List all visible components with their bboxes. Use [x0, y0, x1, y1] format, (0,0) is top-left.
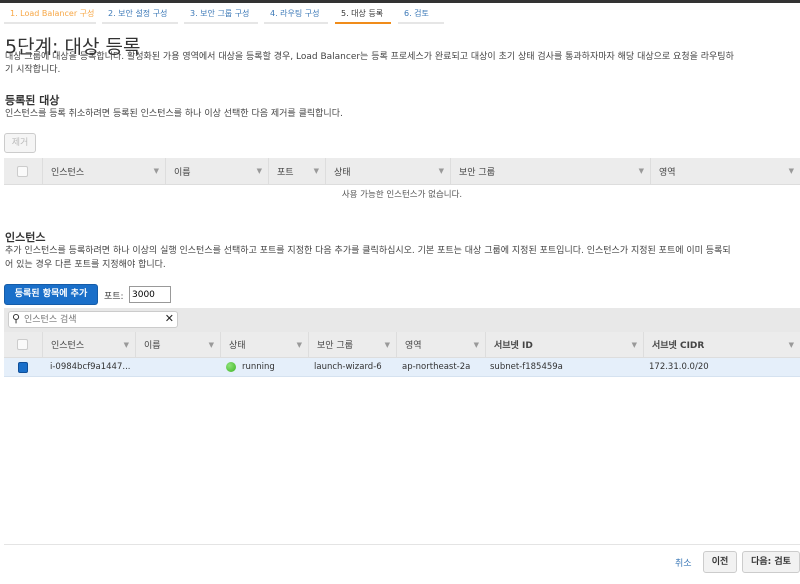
- add-to-registered-button[interactable]: 등록된 항목에 추가: [4, 284, 98, 305]
- running-status-icon: [226, 362, 236, 372]
- col-state[interactable]: 상태 ▼: [325, 158, 450, 184]
- tab-routing[interactable]: 4. 라우팅 구성: [264, 4, 328, 24]
- top-bar: [0, 0, 800, 3]
- col-instance[interactable]: 인스턴스 ▼: [42, 158, 165, 184]
- col-name[interactable]: 이름 ▼: [135, 332, 220, 357]
- clear-search-icon[interactable]: ✕: [165, 312, 174, 325]
- search-box[interactable]: ⚲ ✕: [8, 311, 178, 328]
- col-zone[interactable]: 영역 ▼: [650, 158, 800, 184]
- cancel-link[interactable]: 취소: [675, 556, 692, 569]
- search-input[interactable]: [24, 313, 159, 326]
- empty-message: 사용 가능한 인스턴스가 없습니다.: [341, 190, 463, 200]
- tab-register-targets[interactable]: 5. 대상 등록: [335, 4, 391, 24]
- cell-subnet-id: subnet-f185459a: [490, 362, 563, 372]
- instances-heading: 인스턴스: [5, 231, 46, 244]
- search-bar: ⚲ ✕: [4, 308, 800, 332]
- instances-description-cont: 어 있는 경우 다른 포트를 지정해야 합니다.: [5, 260, 166, 270]
- col-port[interactable]: 포트 ▼: [268, 158, 325, 184]
- tab-review[interactable]: 6. 검토: [398, 4, 444, 24]
- page-description-cont: 기 시작합니다.: [5, 65, 61, 75]
- col-zone[interactable]: 영역 ▼: [396, 332, 485, 357]
- instances-table-header: 인스턴스 ▼ 이름 ▼ 상태 ▼ 보안 그룹 ▼ 영역 ▼ 서브넷 ID ▼ 서브넷 CID…: [4, 332, 800, 358]
- registered-description: 인스턴스를 등록 취소하려면 등록된 인스턴스를 하나 이상 선택한 다음 제거…: [5, 109, 343, 119]
- col-name[interactable]: 이름 ▼: [165, 158, 268, 184]
- search-icon: ⚲: [12, 312, 21, 325]
- next-review-button[interactable]: 다음: 검토: [742, 551, 800, 573]
- instances-description: 추가 인스턴스를 등록하려면 하나 이상의 실행 인스턴스를 선택하고 포트를 …: [5, 246, 731, 256]
- cell-subnet-cidr: 172.31.0.0/20: [649, 362, 709, 372]
- col-state[interactable]: 상태 ▼: [220, 332, 308, 357]
- tab-load-balancer[interactable]: 1. Load Balancer 구성: [4, 4, 96, 24]
- col-security-group[interactable]: 보안 그룹 ▼: [450, 158, 650, 184]
- table-row[interactable]: i-0984bcf9a1447... running launch-wizard…: [4, 358, 800, 377]
- tab-security-settings[interactable]: 2. 보안 설정 구성: [102, 4, 178, 24]
- cell-state: running: [226, 358, 275, 376]
- footer-divider: [4, 544, 800, 545]
- registered-heading: 등록된 대상: [5, 94, 60, 107]
- col-subnet-id[interactable]: 서브넷 ID ▼: [485, 332, 643, 357]
- col-security-group[interactable]: 보안 그룹 ▼: [308, 332, 396, 357]
- col-instance[interactable]: 인스턴스 ▼: [42, 332, 135, 357]
- port-input[interactable]: [129, 286, 171, 303]
- remove-button[interactable]: 제거: [4, 133, 36, 153]
- previous-button[interactable]: 이전: [703, 551, 737, 573]
- cell-instance: i-0984bcf9a1447...: [50, 362, 131, 372]
- page-description: 대상 그룹에 대상을 등록합니다. 활성화된 가용 영역에서 대상을 등록할 경…: [5, 52, 734, 62]
- cell-security-group: launch-wizard-6: [314, 362, 382, 372]
- col-subnet-cidr[interactable]: 서브넷 CIDR ▼: [643, 332, 800, 357]
- port-label: 포트:: [104, 292, 124, 302]
- select-all-instances-checkbox[interactable]: [17, 339, 28, 350]
- row-checkbox[interactable]: [18, 362, 28, 373]
- cell-zone: ap-northeast-2a: [402, 362, 471, 372]
- select-all-checkbox[interactable]: [17, 166, 28, 177]
- tab-security-group[interactable]: 3. 보안 그룹 구성: [184, 4, 258, 24]
- registered-table-header: 인스턴스 ▼ 이름 ▼ 포트 ▼ 상태 ▼ 보안 그룹 ▼ 영역 ▼: [4, 158, 800, 185]
